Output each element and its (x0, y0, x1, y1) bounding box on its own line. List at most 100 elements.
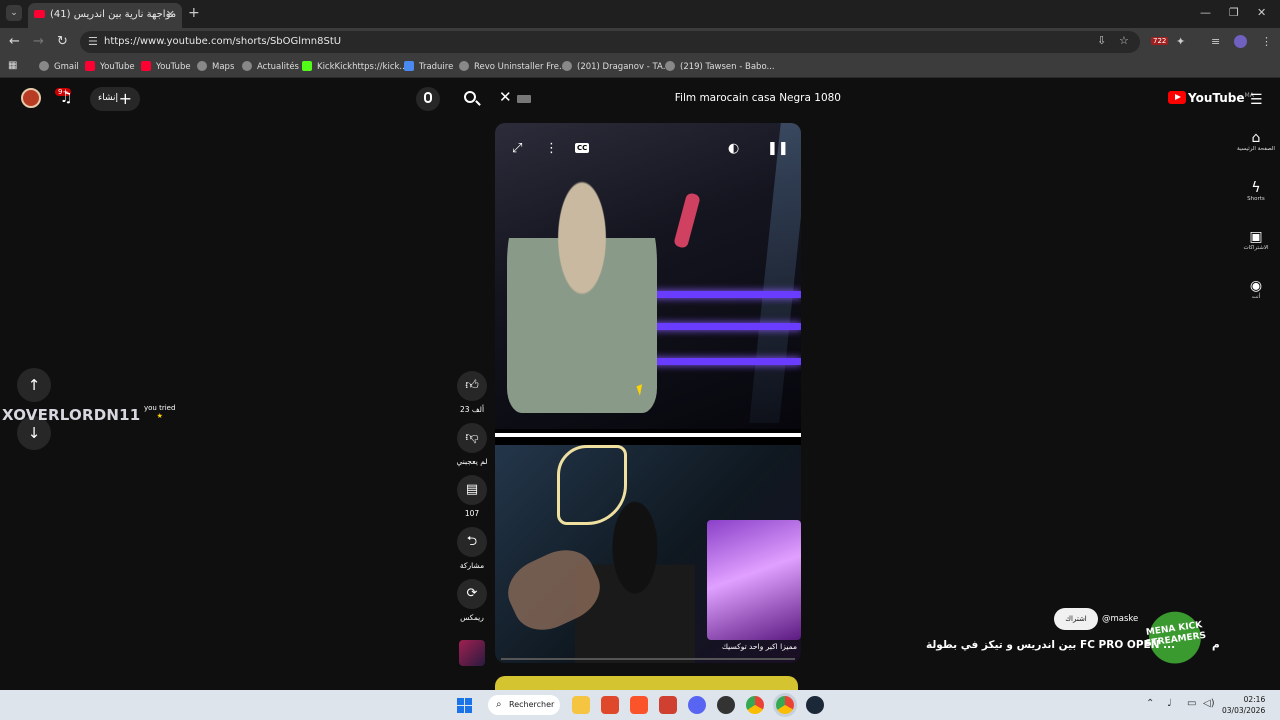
account-avatar[interactable] (21, 88, 41, 108)
previous-short-button[interactable]: ↑ (17, 368, 51, 402)
next-short-preview[interactable] (495, 676, 798, 690)
more-options-icon[interactable]: ⋮ (545, 141, 558, 156)
nav-subscriptions-label: الاشتراكات (1243, 245, 1269, 251)
brave-browser-icon[interactable] (601, 696, 619, 714)
bookmark-traduire[interactable]: Traduire (404, 61, 453, 72)
share-icon: ⮌ (457, 527, 487, 557)
remix-icon: ⟳ (457, 579, 487, 609)
search-input[interactable]: Film marocain casa Negra 1080 (540, 87, 850, 111)
browser-tab[interactable]: (41) مواجهة نارية بين اندريس ✕ (28, 3, 182, 28)
new-tab-button[interactable]: + (188, 5, 200, 21)
bookmark-actualites[interactable]: Actualités (242, 61, 299, 72)
url-text: https://www.youtube.com/shorts/SbOGlmn8S… (104, 36, 342, 47)
voice-search-button[interactable] (416, 87, 440, 111)
share-button[interactable]: ⮌ مشاركة (456, 527, 488, 570)
taskbar-clock[interactable]: 02:16 03/03/2026 (1222, 694, 1265, 716)
subscribe-button[interactable]: اشتراك (1054, 608, 1098, 630)
browser-menu-icon[interactable]: ⋮ (1261, 35, 1272, 48)
remix-button[interactable]: ⟳ ريمكس (456, 579, 488, 622)
arrow-up-icon: ↑ (27, 376, 41, 394)
pause-icon[interactable]: ❚❚ (767, 141, 789, 156)
site-info-icon[interactable]: ☰ (88, 35, 98, 48)
clear-search-icon[interactable]: ✕ (499, 88, 512, 106)
nav-home[interactable]: ⌂ الصفحة الرئيسية (1236, 130, 1276, 152)
minimize-icon[interactable]: — (1200, 6, 1211, 19)
keyboard-icon[interactable] (517, 95, 531, 103)
media-controls-icon[interactable]: ≡ (1211, 35, 1220, 48)
close-tab-icon[interactable]: ✕ (166, 8, 175, 21)
dislike-button[interactable]: 👎︎ لم يعجبني (456, 423, 488, 466)
bookmark-star-icon[interactable]: ☆ (1119, 34, 1129, 47)
browser-tab-strip: ⌄ (41) مواجهة نارية بين اندريس ✕ + — ❐ ✕ (0, 0, 1280, 28)
guide-menu-icon[interactable]: ☰ (1250, 92, 1263, 108)
discord-icon[interactable] (688, 696, 706, 714)
volume-icon[interactable]: ◐ (728, 141, 739, 156)
nav-shorts[interactable]: ϟ Shorts (1236, 180, 1276, 202)
extension-badge[interactable]: 722 (1151, 37, 1169, 45)
search-button[interactable] (462, 89, 482, 109)
comments-button[interactable]: ▤ 107 (456, 475, 488, 518)
tray-volume-icon[interactable]: ◁) (1203, 698, 1215, 709)
brave-browser-alt-icon[interactable] (630, 696, 648, 714)
forward-button[interactable]: → (33, 34, 44, 49)
captions-icon[interactable]: CC (575, 143, 590, 153)
like-button[interactable]: 👍︎ 23 ألف (456, 371, 488, 414)
nav-you[interactable]: ◉ أنت (1236, 278, 1276, 300)
shorts-player[interactable]: ⤢ ⋮ CC ◐ ❚❚ مميزا اكبر واحد توكسيك (495, 123, 801, 663)
back-button[interactable]: ← (9, 34, 20, 49)
shorts-icon: ϟ (1251, 180, 1261, 196)
profile-avatar-icon[interactable] (1234, 35, 1247, 48)
extensions-puzzle-icon[interactable]: ✦ (1176, 35, 1185, 48)
bookmark-youtube-1[interactable]: YouTube (85, 61, 135, 72)
taskbar-search[interactable]: ⌕ Rechercher (488, 695, 560, 715)
address-bar[interactable]: ☰ https://www.youtube.com/shorts/SbOGlmn… (80, 31, 1140, 53)
notifications-bell-icon[interactable]: ♫ (60, 90, 73, 106)
search-icon: ⌕ (496, 699, 502, 710)
reload-button[interactable]: ↻ (57, 34, 68, 49)
close-window-icon[interactable]: ✕ (1257, 6, 1266, 19)
sound-thumbnail[interactable] (459, 640, 485, 666)
bookmark-kick[interactable]: KickKickhttps://kick... (302, 61, 408, 72)
tab-search-button[interactable]: ⌄ (6, 5, 22, 21)
bookmark-draganov[interactable]: (201) Draganov - TA... (562, 61, 671, 72)
create-button[interactable]: إنشاء + (90, 87, 140, 111)
fullscreen-icon[interactable]: ⤢ (512, 141, 522, 156)
bookmark-gmail[interactable]: Gmail (39, 61, 79, 72)
bookmark-revo[interactable]: Revo Uninstaller Fre... (459, 61, 567, 72)
nav-home-label: الصفحة الرئيسية (1237, 146, 1275, 152)
arrow-down-icon: ↓ (27, 424, 41, 442)
tray-overflow-icon[interactable]: ⌃ (1146, 698, 1154, 709)
chrome-active-icon[interactable] (776, 696, 794, 714)
thumbs-down-icon: 👎︎ (457, 423, 487, 453)
tray-network-icon[interactable]: ▭ (1187, 698, 1196, 709)
brave-browser-2-icon[interactable] (659, 696, 677, 714)
like-count: 23 ألف (459, 405, 485, 414)
obs-studio-icon[interactable] (717, 696, 735, 714)
windows-start-icon[interactable] (457, 698, 472, 713)
youtube-favicon-icon (34, 10, 45, 18)
chrome-icon[interactable] (746, 696, 764, 714)
bookmark-tawsen[interactable]: (219) Tawsen - Babo... (665, 61, 775, 72)
install-app-icon[interactable]: ⇩ (1097, 34, 1106, 47)
bookmark-youtube-2[interactable]: YouTube (141, 61, 191, 72)
steam-icon[interactable] (806, 696, 824, 714)
youtube-logo[interactable]: YouTubeMA (1168, 91, 1254, 105)
nav-shorts-label: Shorts (1247, 196, 1265, 202)
stream-overlay-tag: you tried ★ (144, 404, 176, 420)
bookmark-maps[interactable]: Maps (197, 61, 234, 72)
tab-title: (41) مواجهة نارية بين اندريس (50, 9, 177, 20)
plus-icon: + (118, 89, 132, 108)
dislike-label: لم يعجبني (456, 457, 488, 466)
file-explorer-icon[interactable] (572, 696, 590, 714)
windows-taskbar: ⌕ Rechercher ⌃ ♩ ▭ ◁) 02:16 03/03/2026 (0, 690, 1280, 720)
nav-subscriptions[interactable]: ▣ الاشتراكات (1236, 229, 1276, 251)
restore-icon[interactable]: ❐ (1229, 6, 1239, 19)
share-label: مشاركة (459, 561, 485, 570)
video-title: بين اندريس و تيكز في بطولة FC PRO OPEN .… (926, 639, 1220, 651)
bookmarks-bar: ▦ Gmail YouTube YouTube Maps Actualités … (0, 56, 1280, 78)
channel-handle[interactable]: @maske (1102, 614, 1138, 624)
apps-grid-icon[interactable]: ▦ (8, 60, 17, 71)
stream-overlay-name: XOVERLORDN11 (2, 406, 141, 424)
tray-microphone-icon[interactable]: ♩ (1167, 698, 1172, 709)
video-progress-bar[interactable] (501, 658, 795, 660)
